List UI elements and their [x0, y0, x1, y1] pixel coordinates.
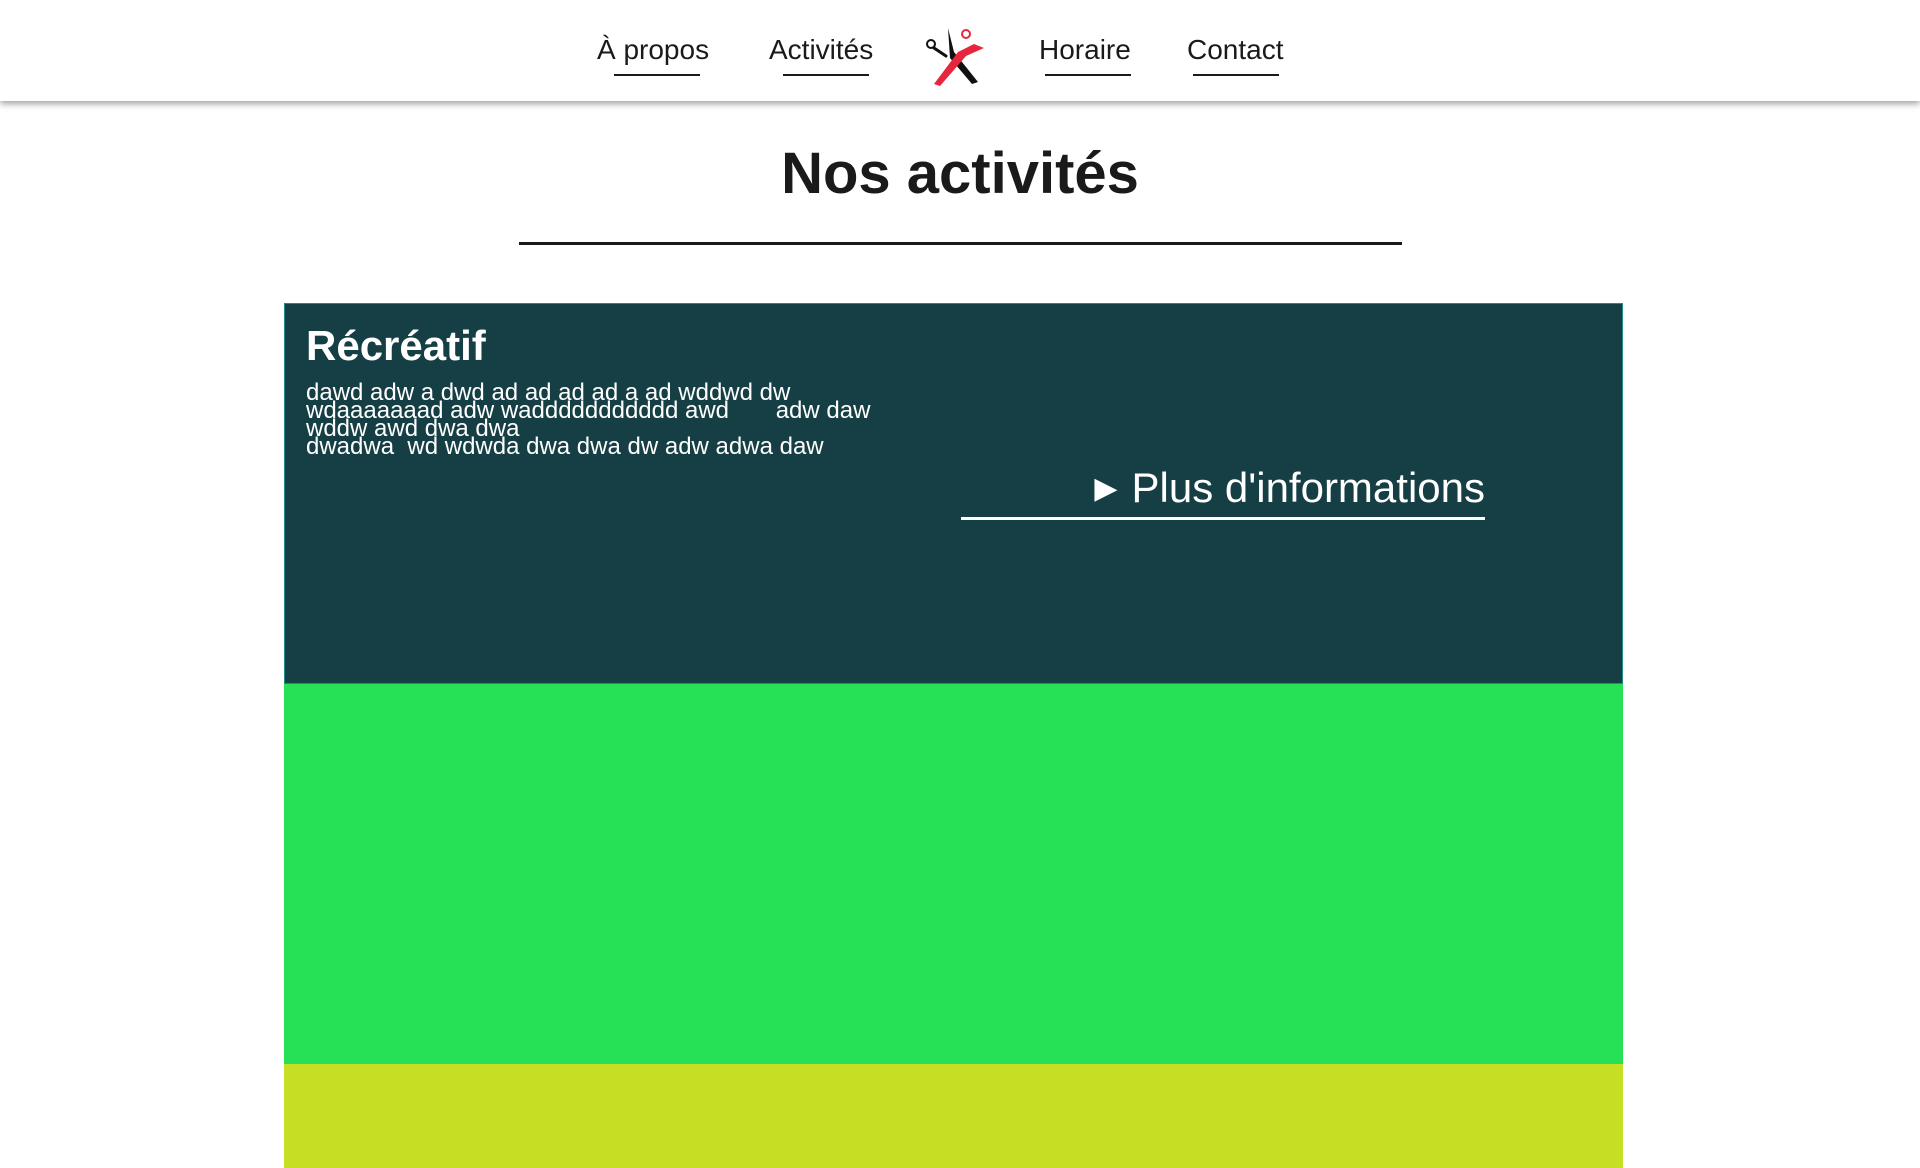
- more-info-link[interactable]: ▶ Plus d'informations: [961, 464, 1485, 520]
- nav-underline-contact: [1193, 74, 1279, 76]
- nav-link-activites[interactable]: Activités: [769, 34, 873, 66]
- activity-card-recreatif: Récréatif dawd adw a dwd ad ad ad ad a a…: [284, 303, 1623, 684]
- nav-underline-activites: [783, 74, 869, 76]
- more-info-label: Plus d'informations: [1131, 464, 1485, 511]
- card-description-line: dwadwa wd wdwda dwa dwa dw adw adwa daw: [306, 433, 824, 460]
- nav-underline-a-propos: [614, 74, 700, 76]
- page-title: Nos activités: [781, 141, 1139, 206]
- nav-link-a-propos[interactable]: À propos: [597, 34, 709, 66]
- title-divider: [519, 242, 1402, 245]
- nav-link-horaire[interactable]: Horaire: [1039, 34, 1131, 66]
- nav-underline-horaire: [1045, 74, 1131, 76]
- play-triangle-icon: ▶: [1094, 471, 1118, 506]
- activity-card-2: [284, 684, 1623, 1064]
- top-navbar: À propos Activités Horaire Contact: [0, 0, 1920, 101]
- logo-icon[interactable]: [924, 22, 990, 88]
- activity-card-3: [284, 1064, 1623, 1168]
- nav-link-contact[interactable]: Contact: [1187, 34, 1284, 66]
- card-title: Récréatif: [306, 322, 486, 369]
